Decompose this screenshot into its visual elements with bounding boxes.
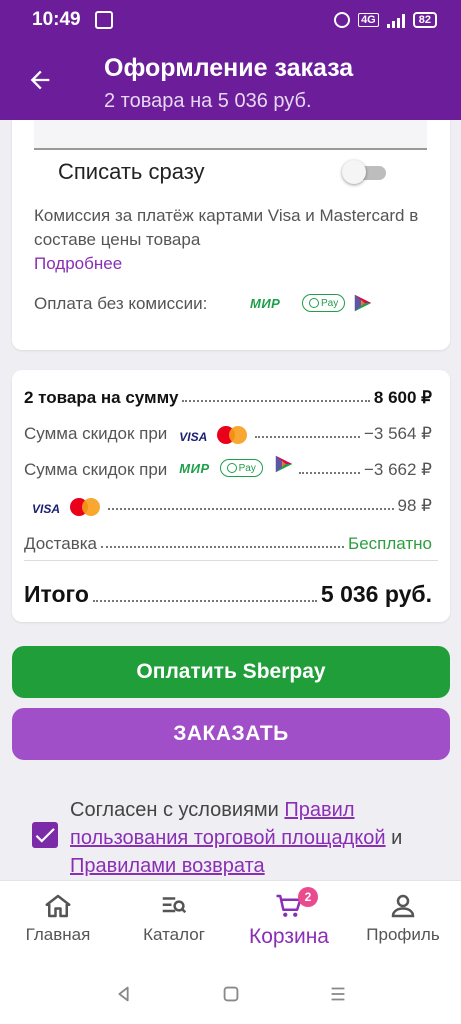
network-type: 4G bbox=[358, 13, 379, 27]
dotted-leader bbox=[108, 508, 394, 510]
no-commission-label: Оплата без комиссии: bbox=[34, 294, 208, 313]
total-value: 5 036 руб. bbox=[320, 581, 432, 607]
toggle-knob bbox=[342, 160, 366, 184]
pay-sberpay-button[interactable]: Оплатить Sberpay bbox=[12, 646, 450, 698]
discount-label: Сумма скидок при bbox=[24, 424, 168, 443]
payment-input-field[interactable] bbox=[34, 120, 427, 150]
order-summary-card: 2 товара на сумму 8 600 ₽ Сумма скидок п… bbox=[12, 370, 450, 622]
card-payment-value: 98 ₽ bbox=[397, 496, 432, 515]
delivery-value: Бесплатно bbox=[348, 534, 432, 553]
items-total-label: 2 товара на сумму bbox=[24, 388, 179, 407]
battery-icon: 82 bbox=[412, 12, 437, 28]
dotted-leader bbox=[255, 436, 360, 438]
dotted-leader bbox=[182, 400, 370, 402]
agree-checkbox[interactable] bbox=[32, 822, 58, 848]
dotted-leader bbox=[298, 472, 360, 474]
sbp-icon bbox=[352, 292, 374, 314]
sberpay-check-icon bbox=[226, 463, 237, 473]
checkmark-icon bbox=[35, 828, 55, 843]
catalog-search-icon bbox=[162, 897, 187, 914]
checkout-screen: 10:49 4G 82 Оформление заказа 2 товара н… bbox=[0, 0, 461, 1024]
discount-value: −3 662 ₽ bbox=[363, 460, 432, 479]
items-total-value: 8 600 ₽ bbox=[373, 388, 432, 407]
back-button[interactable] bbox=[26, 66, 58, 98]
signal-icon bbox=[386, 12, 405, 28]
recents-menu-icon[interactable] bbox=[327, 983, 349, 1005]
dotted-leader bbox=[92, 600, 317, 602]
status-time: 10:49 bbox=[32, 9, 81, 30]
home-icon bbox=[45, 894, 71, 918]
app-notification-icon bbox=[94, 11, 113, 29]
back-triangle-icon[interactable] bbox=[113, 983, 135, 1005]
nav-profile[interactable]: Профиль bbox=[360, 891, 446, 945]
cart-count-badge: 2 bbox=[298, 887, 318, 907]
total-label: Итого bbox=[24, 581, 89, 607]
summary-divider bbox=[24, 560, 438, 561]
sberpay-logo: Pay bbox=[302, 292, 346, 314]
total-row: Итого 5 036 руб. bbox=[24, 574, 432, 608]
checkout-content[interactable]: Списать сразу Комиссия за платёж картами… bbox=[0, 120, 461, 880]
delivery-label: Доставка bbox=[24, 534, 98, 553]
mastercard-icon bbox=[217, 426, 248, 444]
visa-logo: VISA bbox=[32, 502, 61, 516]
bottom-navigation: Главная Каталог 2 Корзина Профиль bbox=[0, 880, 461, 964]
commission-text: Комиссия за платёж картами Visa и Master… bbox=[34, 206, 419, 249]
sberpay-check-icon bbox=[309, 298, 319, 308]
agreement-text: Согласен с условиями Правил пользования … bbox=[70, 799, 403, 877]
nav-home[interactable]: Главная bbox=[20, 891, 96, 945]
page-subtitle: 2 товара на 5 036 руб. bbox=[104, 90, 312, 112]
items-total-row: 2 товара на сумму 8 600 ₽ bbox=[24, 380, 432, 408]
charge-now-label: Списать сразу bbox=[58, 159, 205, 184]
status-bar: 10:49 4G 82 bbox=[0, 0, 461, 40]
page-title: Оформление заказа bbox=[104, 54, 354, 82]
discount-value: −3 564 ₽ bbox=[363, 424, 432, 443]
place-order-button[interactable]: ЗАКАЗАТЬ bbox=[12, 708, 450, 760]
discount-row-nocomm: Сумма скидок при МИР Pay −3 662 ₽ bbox=[24, 452, 432, 480]
charge-now-toggle[interactable] bbox=[342, 160, 388, 184]
system-navigation-bar bbox=[0, 964, 461, 1024]
alarm-icon bbox=[334, 12, 351, 28]
nav-catalog[interactable]: Каталог bbox=[134, 891, 214, 945]
delivery-row: Доставка Бесплатно bbox=[24, 526, 432, 554]
visa-logo: VISA bbox=[179, 430, 208, 444]
nav-cart[interactable]: 2 Корзина bbox=[240, 887, 338, 949]
arrow-left-icon bbox=[30, 70, 50, 90]
discount-label: Сумма скидок при bbox=[24, 460, 168, 479]
sbp-icon bbox=[273, 453, 295, 480]
mastercard-icon bbox=[70, 498, 101, 516]
discount-row-cards: Сумма скидок при VISA −3 564 ₽ bbox=[24, 416, 432, 444]
more-info-link[interactable]: Подробнее bbox=[34, 254, 122, 274]
home-square-icon[interactable] bbox=[220, 983, 242, 1005]
mir-logo: МИР bbox=[179, 461, 210, 476]
top-app-bar: Оформление заказа 2 товара на 5 036 руб. bbox=[0, 40, 461, 120]
sberpay-logo: Pay bbox=[219, 459, 263, 477]
status-icons: 4G 82 bbox=[334, 12, 437, 28]
cart-icon-wrap: 2 bbox=[274, 887, 318, 931]
payment-card: Списать сразу Комиссия за платёж картами… bbox=[12, 120, 450, 350]
return-rules-link[interactable]: Правилами возврата bbox=[70, 855, 265, 877]
card-payment-row: VISA 98 ₽ bbox=[24, 488, 432, 516]
dotted-leader bbox=[101, 546, 345, 548]
profile-icon bbox=[391, 894, 415, 918]
mir-logo: МИР bbox=[250, 295, 281, 311]
